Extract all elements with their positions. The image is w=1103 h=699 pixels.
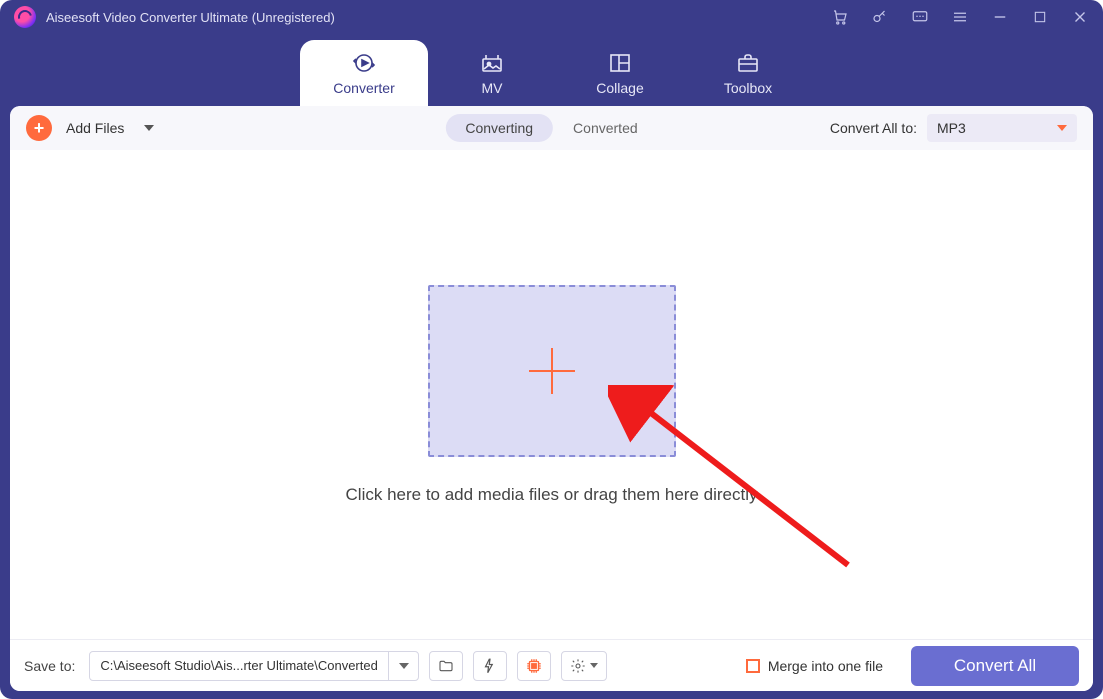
status-segment: Converting Converted [445,114,657,142]
save-path-box: C:\Aiseesoft Studio\Ais...rter Ultimate\… [89,651,419,681]
converter-icon [350,50,378,76]
add-files-plus-icon[interactable]: + [26,115,52,141]
chevron-down-icon [1057,125,1067,131]
action-bar: + Add Files Converting Converted Convert… [10,106,1093,150]
lightning-off-button[interactable] [473,651,507,681]
feedback-icon[interactable] [911,8,929,26]
cart-icon[interactable] [831,8,849,26]
chevron-down-icon [590,663,598,668]
tab-label: Toolbox [724,80,772,96]
save-path-dropdown[interactable] [388,652,418,680]
open-folder-button[interactable] [429,651,463,681]
add-media-dropzone[interactable] [428,285,676,457]
menu-icon[interactable] [951,8,969,26]
segment-converted[interactable]: Converted [553,114,658,142]
drop-area: Click here to add media files or drag th… [10,150,1093,639]
tab-mv[interactable]: MV [428,40,556,106]
titlebar: Aiseesoft Video Converter Ultimate (Unre… [0,0,1103,34]
segment-converting[interactable]: Converting [445,114,553,142]
convert-all-to-label: Convert All to: [830,120,917,136]
tab-label: Collage [596,80,643,96]
convert-all-label: Convert All [954,656,1036,676]
output-format-select[interactable]: MP3 [927,114,1077,142]
plus-icon [529,348,575,394]
maximize-icon[interactable] [1031,8,1049,26]
main-panel: + Add Files Converting Converted Convert… [10,106,1093,691]
collage-icon [607,50,633,76]
bottom-bar: Save to: C:\Aiseesoft Studio\Ais...rter … [10,639,1093,691]
gpu-on-button[interactable] [517,651,551,681]
close-icon[interactable] [1071,8,1089,26]
checkbox-icon [746,659,760,673]
key-icon[interactable] [871,8,889,26]
main-tabs: Converter MV Collage Toolbox [0,34,1103,106]
add-files-dropdown-caret[interactable] [144,125,154,131]
window-title: Aiseesoft Video Converter Ultimate (Unre… [46,10,335,25]
tab-label: MV [482,80,503,96]
app-window: Aiseesoft Video Converter Ultimate (Unre… [0,0,1103,699]
mv-icon [479,50,505,76]
app-logo-icon [14,6,36,28]
save-to-label: Save to: [24,658,75,674]
titlebar-controls [831,8,1089,26]
tab-collage[interactable]: Collage [556,40,684,106]
dropzone-hint: Click here to add media files or drag th… [346,485,758,505]
settings-button[interactable] [561,651,607,681]
merge-checkbox[interactable]: Merge into one file [746,658,883,674]
tab-toolbox[interactable]: Toolbox [684,40,812,106]
tab-converter[interactable]: Converter [300,40,428,106]
merge-label: Merge into one file [768,658,883,674]
tab-label: Converter [333,80,394,96]
add-files-button[interactable]: Add Files [66,120,124,136]
convert-all-to-group: Convert All to: MP3 [830,114,1077,142]
output-format-value: MP3 [937,120,966,136]
convert-all-button[interactable]: Convert All [911,646,1079,686]
minimize-icon[interactable] [991,8,1009,26]
toolbox-icon [735,50,761,76]
save-path-value: C:\Aiseesoft Studio\Ais...rter Ultimate\… [90,658,388,673]
